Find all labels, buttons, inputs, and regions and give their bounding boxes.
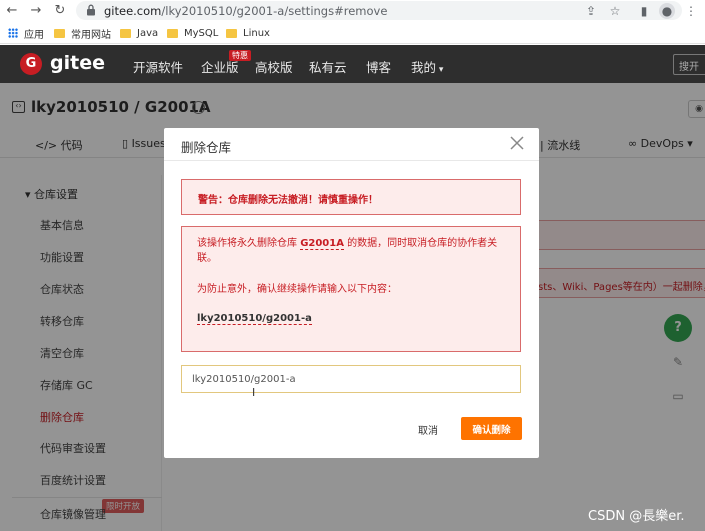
nav-mine[interactable]: 我的 ▾ [411,57,443,76]
dialog-divider [164,160,539,161]
confirm-repo-input[interactable] [181,365,521,393]
back-icon[interactable]: ← [4,2,20,20]
close-icon[interactable] [508,134,526,152]
bookmark-mysql[interactable]: MySQL [167,26,218,40]
description-line-1: 该操作将永久删除仓库 G2001A 的数据，同时取消仓库的协作者关 [197,237,497,251]
lock-icon [87,4,95,16]
bookmark-java[interactable]: Java [120,26,158,40]
caret-down-icon: ▾ [436,65,444,75]
nav-education[interactable]: 高校版 [255,57,293,76]
enterprise-badge: 特惠 [229,50,251,61]
text-cursor-icon: I [252,386,256,399]
confirm-target-text: lky2010510/g2001-a [197,313,312,325]
brand-name[interactable]: gitee [50,52,105,74]
confirm-hint: 为防止意外，确认继续操作请输入以下内容： [197,284,397,295]
folder-icon [54,28,65,38]
bookmark-common[interactable]: 常用网站 [54,26,111,41]
dialog-title: 删除仓库 [181,140,232,155]
cancel-button[interactable]: 取消 [418,422,438,437]
confirm-target: lky2010510/g2001-a [197,312,312,326]
nav-mine-label: 我的 [411,60,437,75]
bookmark-label: Linux [243,27,270,39]
watermark: CSDN @長樂er. [588,509,685,524]
gitee-logo-icon[interactable]: G [20,53,42,75]
bookmark-label: Java [137,27,159,39]
nav-private-cloud[interactable]: 私有云 [309,57,347,76]
forward-icon[interactable]: → [28,2,44,20]
desc-suffix: 的数据，同时取消仓库的协作者关 [347,238,498,249]
folder-icon [167,28,178,38]
header-search-input[interactable]: 搜开 [673,54,705,75]
site-header [0,45,705,83]
profile-icon[interactable]: ● [659,3,675,19]
confirm-delete-button[interactable]: 确认删除 [461,417,522,440]
nav-opensource[interactable]: 开源软件 [133,57,183,76]
bookmark-label: 常用网站 [71,29,111,41]
reload-icon[interactable]: ↻ [52,2,68,20]
bookmark-label: 应用 [24,29,44,41]
desc-prefix: 该操作将永久删除仓库 [197,238,297,249]
bookmark-label: MySQL [184,27,219,39]
share-icon[interactable]: ⇪ [583,3,599,19]
nav-blog[interactable]: 博客 [366,57,391,76]
warning-title: 警告：仓库删除无法撤消！请慎重操作！ [198,195,378,206]
star-icon[interactable]: ☆ [607,3,623,19]
description-line-2: 联。 [197,253,217,264]
bookmark-apps[interactable]: 应用 [8,26,44,41]
menu-icon[interactable]: ⋮ [683,3,699,19]
url-host: gitee.com [104,4,162,18]
sidepanel-icon[interactable]: ▮ [636,3,652,19]
folder-icon [120,28,131,38]
url-text: gitee.com/lky2010510/g2001-a/settings#re… [104,4,387,18]
bookmark-linux[interactable]: Linux [226,26,270,40]
folder-icon [226,28,237,38]
apps-grid-icon [8,28,18,38]
desc-repo-name: G2001A [300,238,344,250]
url-path: /lky2010510/g2001-a/settings#remove [161,4,388,18]
